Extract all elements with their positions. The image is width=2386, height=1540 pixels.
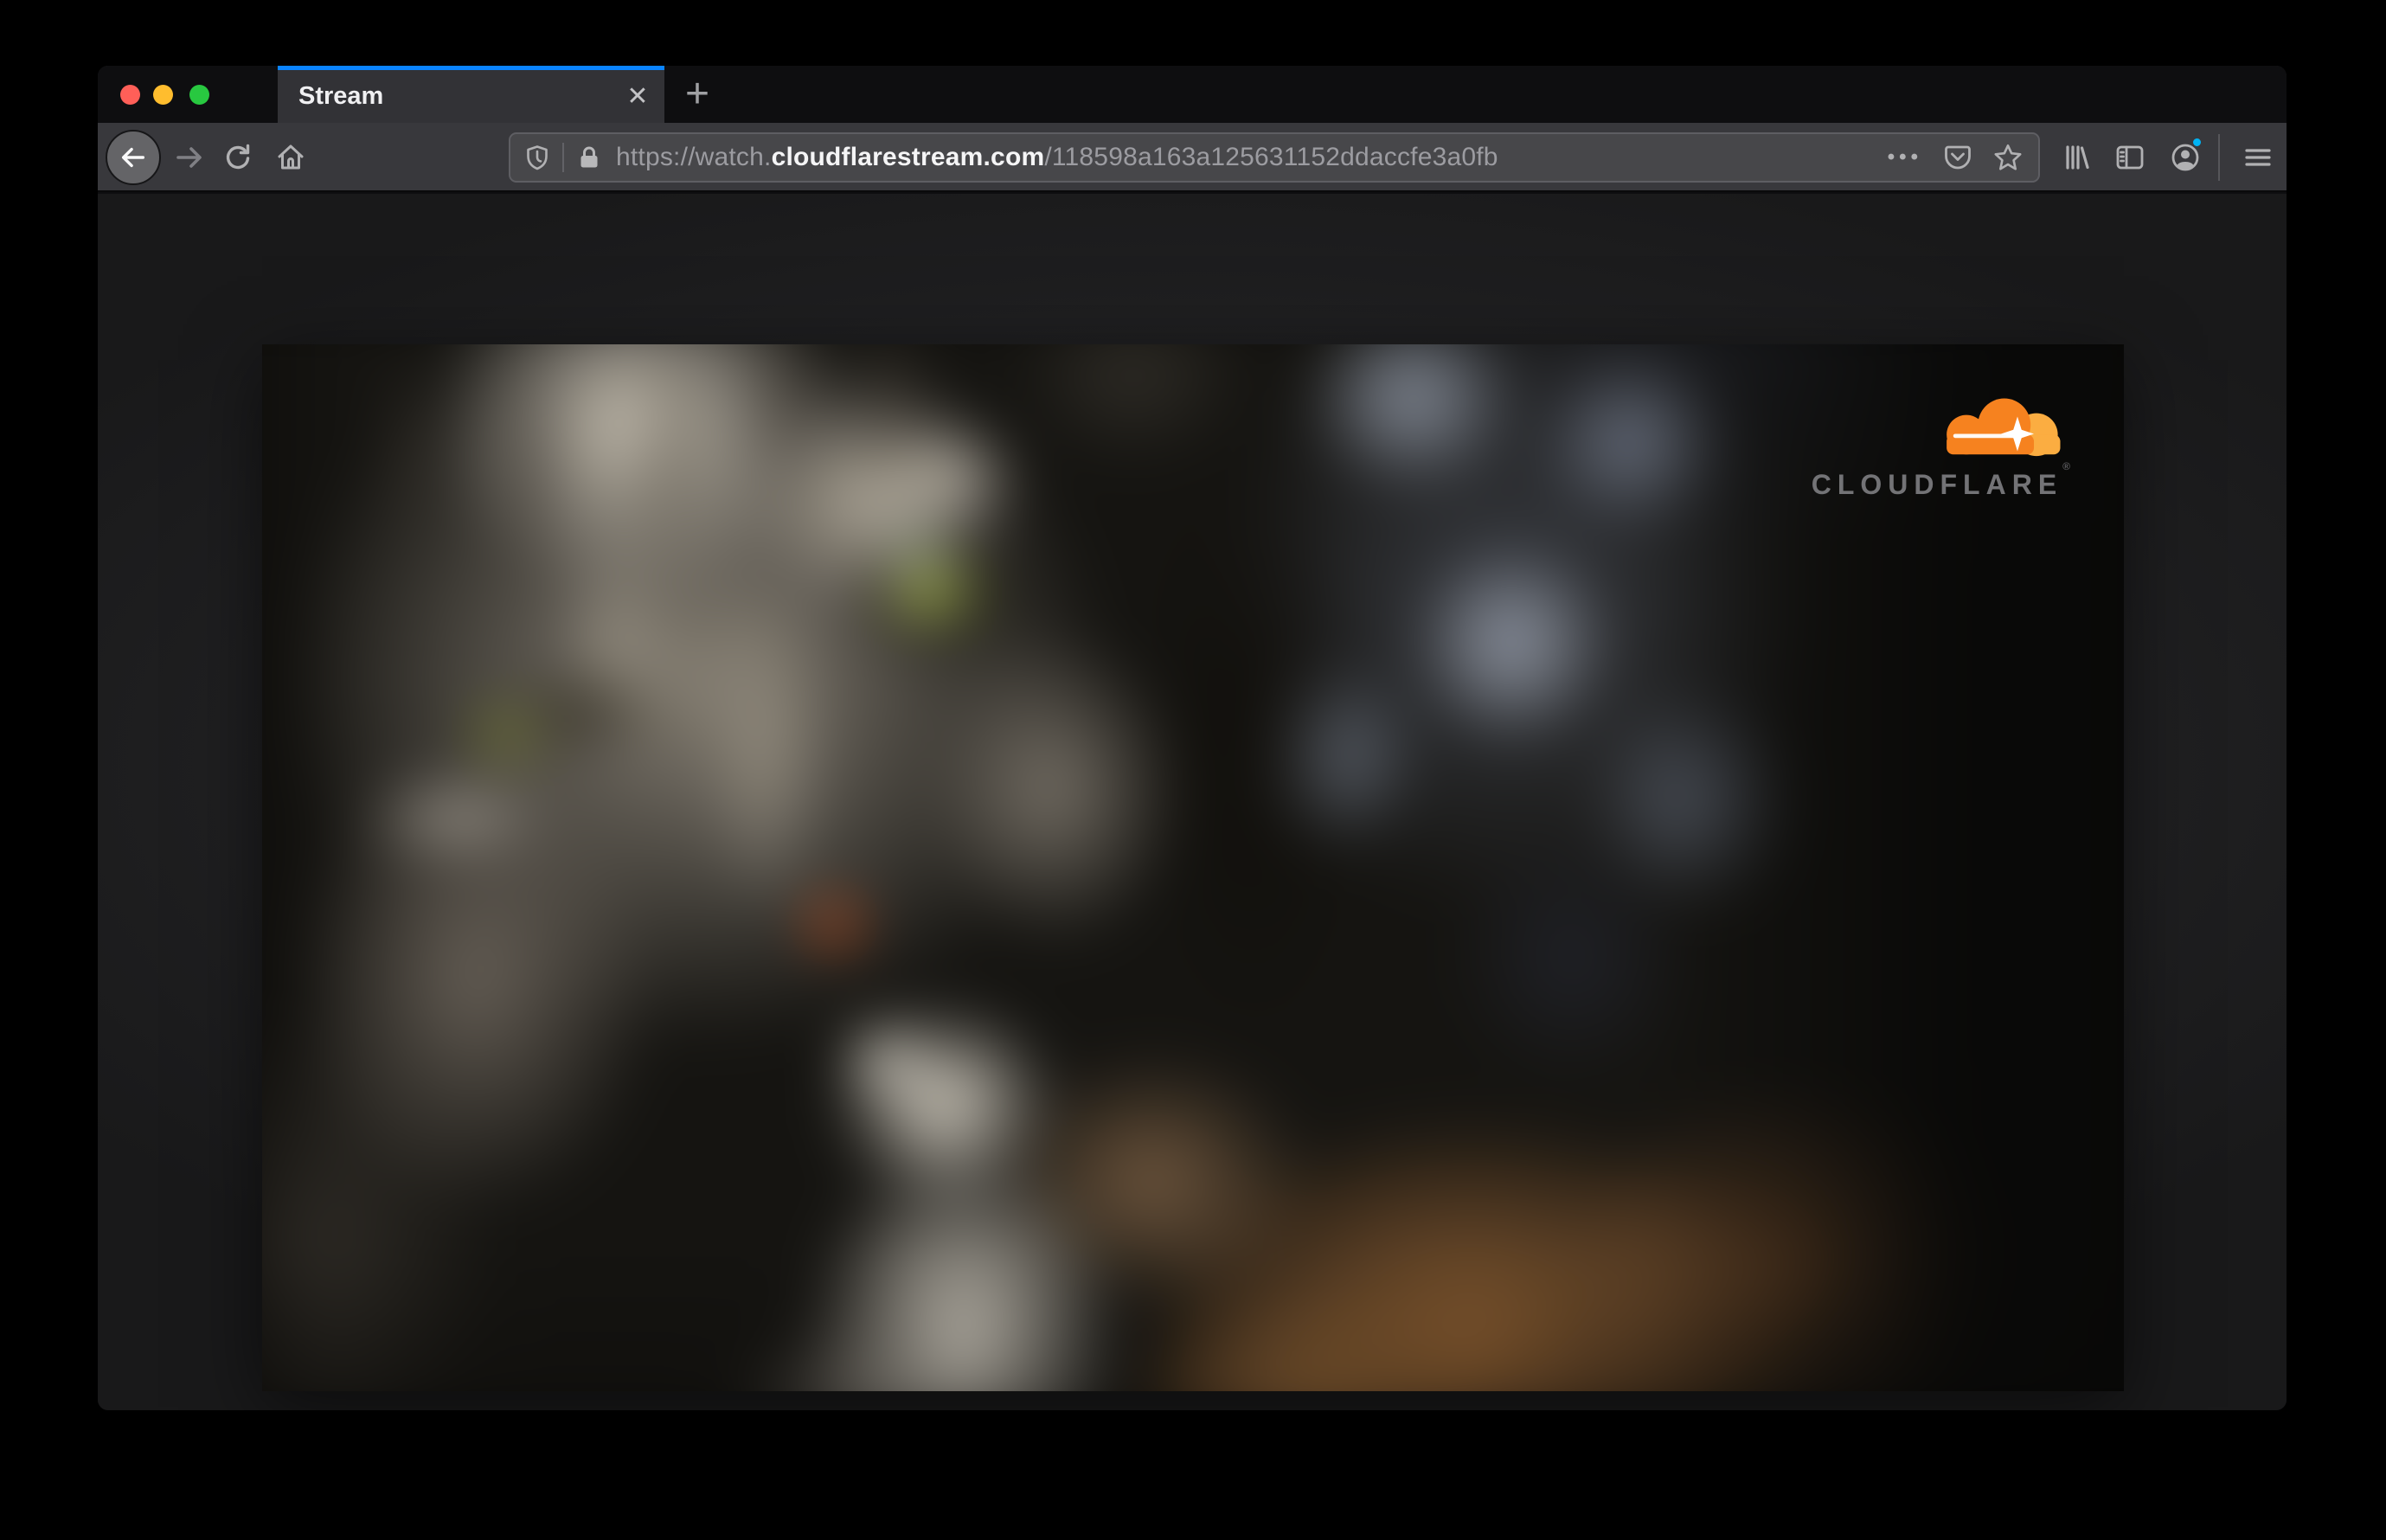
hamburger-menu-icon (2245, 149, 2271, 166)
traffic-light-zoom-button[interactable] (189, 85, 209, 105)
urlbar-divider (562, 143, 564, 172)
reload-icon (226, 144, 250, 170)
bookmark-star-icon (1994, 144, 2022, 170)
page-actions-button[interactable]: ••• (1888, 145, 1922, 170)
tracking-protection-shield-icon[interactable] (524, 144, 550, 170)
url-input[interactable]: https://watch.cloudflarestream.com/11859… (616, 143, 1498, 172)
pocket-icon (1945, 145, 1971, 170)
menu-button[interactable] (2242, 142, 2274, 173)
lock-icon[interactable] (576, 144, 602, 170)
url-scheme-subdomain: https://watch. (616, 143, 772, 171)
forward-icon (176, 147, 202, 168)
reload-button[interactable] (222, 142, 253, 173)
account-notification-dot (2191, 137, 2203, 148)
home-button[interactable] (275, 142, 306, 173)
traffic-light-minimize-button[interactable] (153, 85, 173, 105)
cloudflare-cloud-icon (1947, 398, 2061, 457)
back-button[interactable] (106, 130, 161, 185)
blurred-cat-video-frame (262, 344, 2124, 1391)
traffic-light-close-button[interactable] (120, 85, 140, 105)
toolbar-divider (2218, 134, 2220, 181)
forward-button[interactable] (174, 142, 205, 173)
url-path: /118598a163a125631152ddaccfe3a0fb (1044, 143, 1498, 171)
tab-bar: Stream ✕ + (98, 66, 2287, 123)
navigation-toolbar: https://watch.cloudflarestream.com/11859… (98, 123, 2287, 192)
tab-title: Stream (298, 82, 384, 110)
cloudflare-watermark: CLOUDFLARE® (1785, 393, 2070, 501)
url-host: cloudflarestream.com (771, 143, 1045, 171)
video-player[interactable]: CLOUDFLARE® (262, 344, 2124, 1391)
library-icon (2066, 145, 2089, 170)
sidebar-button[interactable] (2114, 142, 2145, 173)
content-area: CLOUDFLARE® (98, 194, 2287, 1410)
new-tab-button[interactable]: + (676, 68, 719, 123)
tab-close-button[interactable]: ✕ (620, 70, 655, 123)
pocket-button[interactable] (1943, 143, 1972, 172)
back-icon (121, 147, 145, 168)
home-icon (278, 144, 304, 170)
sidebar-icon (2116, 145, 2144, 170)
tab-stream[interactable]: Stream ✕ (278, 66, 664, 123)
bookmark-star-button[interactable] (1993, 143, 2023, 172)
registered-mark: ® (2062, 460, 2070, 472)
browser-window: Stream ✕ + https://watch.cloudflarestrea… (98, 66, 2287, 1410)
url-bar[interactable]: https://watch.cloudflarestream.com/11859… (509, 132, 2040, 183)
cloudflare-watermark-text: CLOUDFLARE® (1811, 460, 2070, 500)
library-button[interactable] (2061, 142, 2092, 173)
